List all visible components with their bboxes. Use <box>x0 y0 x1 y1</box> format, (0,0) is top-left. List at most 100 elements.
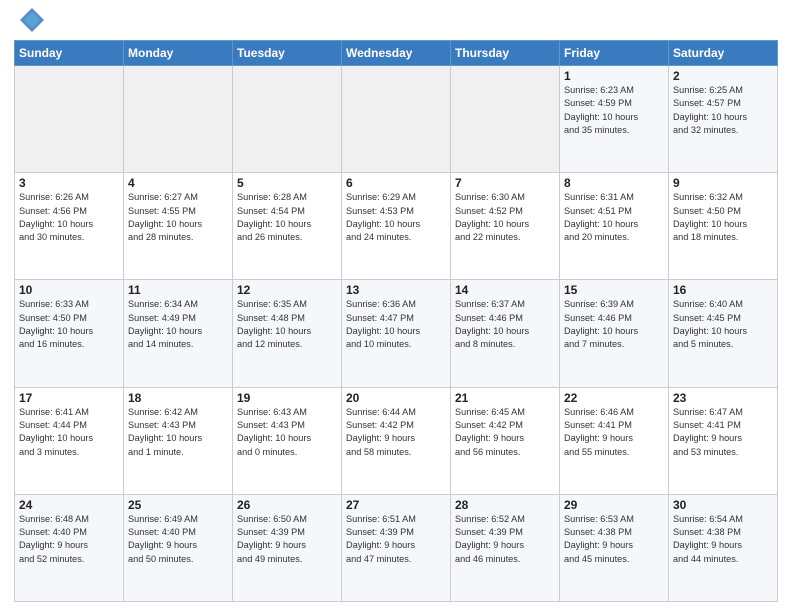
day-number: 3 <box>19 176 119 190</box>
day-cell: 3Sunrise: 6:26 AMSunset: 4:56 PMDaylight… <box>15 173 124 280</box>
day-cell: 8Sunrise: 6:31 AMSunset: 4:51 PMDaylight… <box>560 173 669 280</box>
weekday-header-row: SundayMondayTuesdayWednesdayThursdayFrid… <box>15 41 778 66</box>
day-cell <box>15 66 124 173</box>
weekday-thursday: Thursday <box>451 41 560 66</box>
week-row-2: 10Sunrise: 6:33 AMSunset: 4:50 PMDayligh… <box>15 280 778 387</box>
day-number: 4 <box>128 176 228 190</box>
day-cell: 29Sunrise: 6:53 AMSunset: 4:38 PMDayligh… <box>560 494 669 601</box>
day-info: Sunrise: 6:23 AMSunset: 4:59 PMDaylight:… <box>564 84 664 137</box>
day-cell: 19Sunrise: 6:43 AMSunset: 4:43 PMDayligh… <box>233 387 342 494</box>
day-info: Sunrise: 6:40 AMSunset: 4:45 PMDaylight:… <box>673 298 773 351</box>
day-cell: 30Sunrise: 6:54 AMSunset: 4:38 PMDayligh… <box>669 494 778 601</box>
day-cell: 21Sunrise: 6:45 AMSunset: 4:42 PMDayligh… <box>451 387 560 494</box>
day-number: 10 <box>19 283 119 297</box>
day-number: 25 <box>128 498 228 512</box>
day-cell: 24Sunrise: 6:48 AMSunset: 4:40 PMDayligh… <box>15 494 124 601</box>
week-row-4: 24Sunrise: 6:48 AMSunset: 4:40 PMDayligh… <box>15 494 778 601</box>
day-info: Sunrise: 6:47 AMSunset: 4:41 PMDaylight:… <box>673 406 773 459</box>
day-cell: 25Sunrise: 6:49 AMSunset: 4:40 PMDayligh… <box>124 494 233 601</box>
day-number: 28 <box>455 498 555 512</box>
day-number: 29 <box>564 498 664 512</box>
day-cell: 9Sunrise: 6:32 AMSunset: 4:50 PMDaylight… <box>669 173 778 280</box>
day-cell: 7Sunrise: 6:30 AMSunset: 4:52 PMDaylight… <box>451 173 560 280</box>
day-cell: 15Sunrise: 6:39 AMSunset: 4:46 PMDayligh… <box>560 280 669 387</box>
day-info: Sunrise: 6:44 AMSunset: 4:42 PMDaylight:… <box>346 406 446 459</box>
day-info: Sunrise: 6:32 AMSunset: 4:50 PMDaylight:… <box>673 191 773 244</box>
day-number: 21 <box>455 391 555 405</box>
day-cell: 6Sunrise: 6:29 AMSunset: 4:53 PMDaylight… <box>342 173 451 280</box>
day-info: Sunrise: 6:48 AMSunset: 4:40 PMDaylight:… <box>19 513 119 566</box>
day-number: 11 <box>128 283 228 297</box>
day-number: 23 <box>673 391 773 405</box>
day-cell: 14Sunrise: 6:37 AMSunset: 4:46 PMDayligh… <box>451 280 560 387</box>
day-number: 14 <box>455 283 555 297</box>
day-cell: 2Sunrise: 6:25 AMSunset: 4:57 PMDaylight… <box>669 66 778 173</box>
day-cell <box>124 66 233 173</box>
week-row-0: 1Sunrise: 6:23 AMSunset: 4:59 PMDaylight… <box>15 66 778 173</box>
day-info: Sunrise: 6:26 AMSunset: 4:56 PMDaylight:… <box>19 191 119 244</box>
calendar: SundayMondayTuesdayWednesdayThursdayFrid… <box>14 40 778 602</box>
day-cell: 16Sunrise: 6:40 AMSunset: 4:45 PMDayligh… <box>669 280 778 387</box>
day-number: 24 <box>19 498 119 512</box>
header <box>14 10 778 34</box>
day-cell: 5Sunrise: 6:28 AMSunset: 4:54 PMDaylight… <box>233 173 342 280</box>
day-cell: 26Sunrise: 6:50 AMSunset: 4:39 PMDayligh… <box>233 494 342 601</box>
day-number: 8 <box>564 176 664 190</box>
day-cell: 22Sunrise: 6:46 AMSunset: 4:41 PMDayligh… <box>560 387 669 494</box>
week-row-1: 3Sunrise: 6:26 AMSunset: 4:56 PMDaylight… <box>15 173 778 280</box>
day-info: Sunrise: 6:33 AMSunset: 4:50 PMDaylight:… <box>19 298 119 351</box>
day-cell: 11Sunrise: 6:34 AMSunset: 4:49 PMDayligh… <box>124 280 233 387</box>
day-number: 22 <box>564 391 664 405</box>
day-cell: 1Sunrise: 6:23 AMSunset: 4:59 PMDaylight… <box>560 66 669 173</box>
day-info: Sunrise: 6:51 AMSunset: 4:39 PMDaylight:… <box>346 513 446 566</box>
week-row-3: 17Sunrise: 6:41 AMSunset: 4:44 PMDayligh… <box>15 387 778 494</box>
day-info: Sunrise: 6:42 AMSunset: 4:43 PMDaylight:… <box>128 406 228 459</box>
day-number: 16 <box>673 283 773 297</box>
day-number: 9 <box>673 176 773 190</box>
day-cell: 18Sunrise: 6:42 AMSunset: 4:43 PMDayligh… <box>124 387 233 494</box>
day-info: Sunrise: 6:52 AMSunset: 4:39 PMDaylight:… <box>455 513 555 566</box>
day-number: 19 <box>237 391 337 405</box>
day-cell: 12Sunrise: 6:35 AMSunset: 4:48 PMDayligh… <box>233 280 342 387</box>
day-info: Sunrise: 6:46 AMSunset: 4:41 PMDaylight:… <box>564 406 664 459</box>
day-info: Sunrise: 6:28 AMSunset: 4:54 PMDaylight:… <box>237 191 337 244</box>
day-cell: 10Sunrise: 6:33 AMSunset: 4:50 PMDayligh… <box>15 280 124 387</box>
day-number: 7 <box>455 176 555 190</box>
day-cell: 20Sunrise: 6:44 AMSunset: 4:42 PMDayligh… <box>342 387 451 494</box>
day-info: Sunrise: 6:49 AMSunset: 4:40 PMDaylight:… <box>128 513 228 566</box>
day-info: Sunrise: 6:37 AMSunset: 4:46 PMDaylight:… <box>455 298 555 351</box>
day-number: 30 <box>673 498 773 512</box>
day-info: Sunrise: 6:39 AMSunset: 4:46 PMDaylight:… <box>564 298 664 351</box>
day-info: Sunrise: 6:30 AMSunset: 4:52 PMDaylight:… <box>455 191 555 244</box>
day-cell: 17Sunrise: 6:41 AMSunset: 4:44 PMDayligh… <box>15 387 124 494</box>
logo <box>14 10 46 34</box>
weekday-friday: Friday <box>560 41 669 66</box>
day-info: Sunrise: 6:27 AMSunset: 4:55 PMDaylight:… <box>128 191 228 244</box>
day-number: 6 <box>346 176 446 190</box>
day-number: 1 <box>564 69 664 83</box>
logo-icon <box>18 6 46 34</box>
day-info: Sunrise: 6:35 AMSunset: 4:48 PMDaylight:… <box>237 298 337 351</box>
page: SundayMondayTuesdayWednesdayThursdayFrid… <box>0 0 792 612</box>
day-number: 26 <box>237 498 337 512</box>
day-number: 17 <box>19 391 119 405</box>
day-cell <box>233 66 342 173</box>
day-number: 15 <box>564 283 664 297</box>
day-cell: 27Sunrise: 6:51 AMSunset: 4:39 PMDayligh… <box>342 494 451 601</box>
day-cell: 4Sunrise: 6:27 AMSunset: 4:55 PMDaylight… <box>124 173 233 280</box>
day-info: Sunrise: 6:25 AMSunset: 4:57 PMDaylight:… <box>673 84 773 137</box>
day-cell <box>451 66 560 173</box>
day-number: 5 <box>237 176 337 190</box>
day-info: Sunrise: 6:54 AMSunset: 4:38 PMDaylight:… <box>673 513 773 566</box>
day-cell: 13Sunrise: 6:36 AMSunset: 4:47 PMDayligh… <box>342 280 451 387</box>
day-cell: 23Sunrise: 6:47 AMSunset: 4:41 PMDayligh… <box>669 387 778 494</box>
day-number: 2 <box>673 69 773 83</box>
weekday-monday: Monday <box>124 41 233 66</box>
day-info: Sunrise: 6:36 AMSunset: 4:47 PMDaylight:… <box>346 298 446 351</box>
day-info: Sunrise: 6:29 AMSunset: 4:53 PMDaylight:… <box>346 191 446 244</box>
day-info: Sunrise: 6:43 AMSunset: 4:43 PMDaylight:… <box>237 406 337 459</box>
day-number: 12 <box>237 283 337 297</box>
day-number: 20 <box>346 391 446 405</box>
day-info: Sunrise: 6:31 AMSunset: 4:51 PMDaylight:… <box>564 191 664 244</box>
day-number: 18 <box>128 391 228 405</box>
